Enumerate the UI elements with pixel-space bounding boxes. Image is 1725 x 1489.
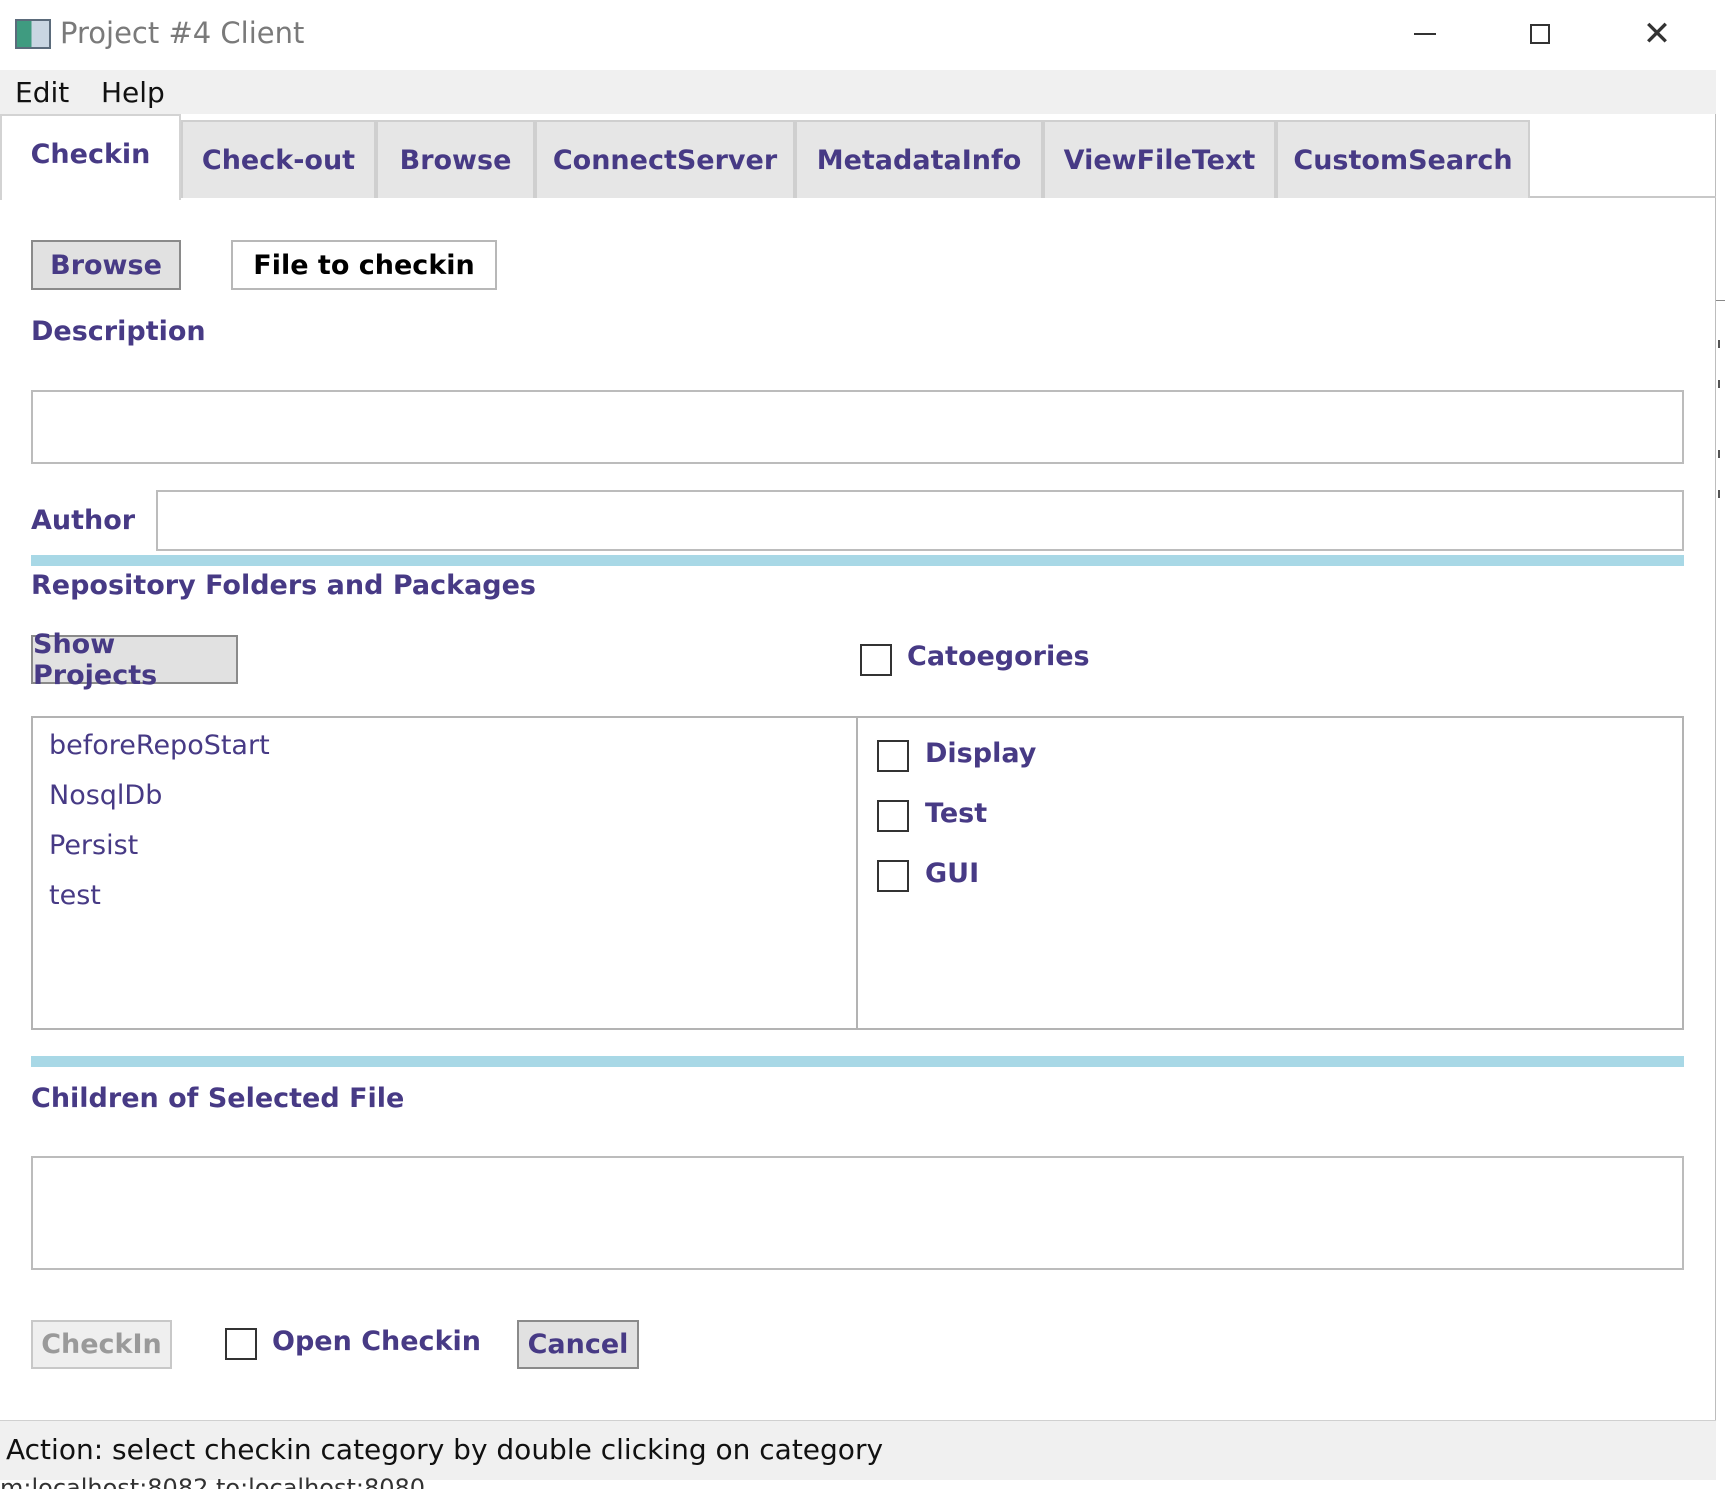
categories-checkbox[interactable] bbox=[860, 644, 892, 676]
tab-checkin[interactable]: Checkin bbox=[0, 114, 181, 200]
section-divider bbox=[31, 555, 1684, 566]
background-mark bbox=[1718, 490, 1722, 498]
background-window-edge bbox=[1716, 0, 1725, 1489]
description-label: Description bbox=[31, 316, 206, 347]
list-item[interactable]: test bbox=[49, 880, 101, 911]
minimize-icon bbox=[1414, 33, 1436, 35]
list-item[interactable]: beforeRepoStart bbox=[49, 730, 270, 761]
menu-bar: Edit Help bbox=[0, 70, 1716, 114]
minimize-button[interactable] bbox=[1395, 14, 1455, 54]
categories-list: Display Test GUI bbox=[856, 716, 1684, 1030]
section-divider bbox=[31, 1056, 1684, 1067]
background-line bbox=[1716, 300, 1725, 301]
window-title: Project #4 Client bbox=[60, 16, 305, 50]
category-checkbox-display[interactable] bbox=[877, 740, 909, 772]
app-window: Project #4 Client ✕ Edit Help Checkin Ch… bbox=[0, 0, 1716, 1480]
category-label-test: Test bbox=[925, 798, 988, 829]
description-input[interactable] bbox=[31, 390, 1684, 464]
category-checkbox-gui[interactable] bbox=[877, 860, 909, 892]
status-text: Action: select checkin category by doubl… bbox=[6, 1433, 884, 1466]
show-projects-button[interactable]: Show Projects bbox=[31, 629, 238, 691]
tab-browse[interactable]: Browse bbox=[376, 120, 535, 198]
maximize-button[interactable] bbox=[1510, 14, 1570, 54]
file-to-checkin-box: File to checkin bbox=[231, 240, 497, 290]
app-icon bbox=[15, 19, 51, 49]
tab-view-file-text[interactable]: ViewFileText bbox=[1043, 120, 1276, 198]
cancel-button[interactable]: Cancel bbox=[517, 1320, 639, 1369]
tab-metadata-info[interactable]: MetadataInfo bbox=[795, 120, 1043, 198]
tab-strip: Checkin Check-out Browse ConnectServer M… bbox=[0, 114, 1716, 200]
open-checkin-checkbox[interactable] bbox=[225, 1328, 257, 1360]
tab-check-out[interactable]: Check-out bbox=[181, 120, 376, 198]
category-label-display: Display bbox=[925, 738, 1037, 769]
checkin-panel: Browse File to checkin Description Autho… bbox=[0, 198, 1716, 1420]
close-icon: ✕ bbox=[1642, 14, 1672, 54]
category-label-gui: GUI bbox=[925, 858, 980, 889]
background-mark bbox=[1718, 340, 1722, 348]
background-mark bbox=[1718, 450, 1722, 458]
background-console-text: m:localhost:8082 to:localhost:8080 bbox=[0, 1474, 426, 1489]
list-item[interactable]: Persist bbox=[49, 830, 138, 861]
list-item[interactable]: NosqlDb bbox=[49, 780, 162, 811]
checkin-button[interactable]: CheckIn bbox=[31, 1320, 172, 1369]
categories-label: Catoegories bbox=[907, 641, 1090, 672]
status-bar: Action: select checkin category by doubl… bbox=[0, 1420, 1716, 1480]
maximize-icon bbox=[1530, 24, 1550, 44]
children-list[interactable] bbox=[31, 1156, 1684, 1270]
projects-list[interactable]: beforeRepoStart NosqlDb Persist test bbox=[31, 716, 858, 1030]
menu-edit[interactable]: Edit bbox=[15, 76, 69, 109]
category-checkbox-test[interactable] bbox=[877, 800, 909, 832]
author-label: Author bbox=[31, 505, 136, 536]
browse-button[interactable]: Browse bbox=[31, 240, 181, 290]
title-bar: Project #4 Client ✕ bbox=[0, 0, 1716, 70]
author-input[interactable] bbox=[156, 490, 1684, 551]
tab-custom-search[interactable]: CustomSearch bbox=[1276, 120, 1530, 198]
repository-heading: Repository Folders and Packages bbox=[31, 570, 536, 601]
open-checkin-label: Open Checkin bbox=[272, 1326, 481, 1357]
close-button[interactable]: ✕ bbox=[1627, 14, 1687, 54]
tab-connect-server[interactable]: ConnectServer bbox=[535, 120, 795, 198]
background-mark bbox=[1718, 380, 1722, 388]
menu-help[interactable]: Help bbox=[101, 76, 165, 109]
children-label: Children of Selected File bbox=[31, 1083, 405, 1114]
